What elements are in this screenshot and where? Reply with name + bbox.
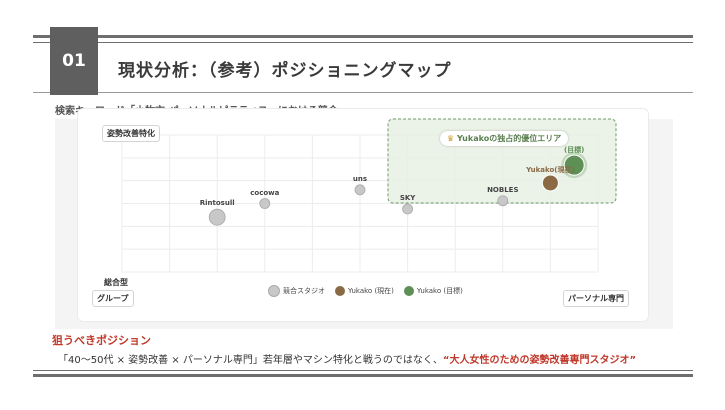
legend-dot bbox=[335, 286, 345, 296]
target-position-heading: 狙うべきポジション bbox=[52, 334, 151, 347]
data-point-label: Rintosull bbox=[199, 199, 235, 208]
data-point-label: Yukako(現在) bbox=[526, 165, 575, 174]
target-text-highlight: “大人女性のための姿勢改善専門スタジオ” bbox=[442, 355, 637, 366]
data-point bbox=[259, 198, 271, 209]
y-axis-top-label: 姿勢改善特化 bbox=[102, 125, 160, 142]
legend-label: Yukako (目標) bbox=[416, 287, 463, 295]
chart-legend: 競合スタジオ Yukako (現在) Yukako (目標) bbox=[268, 285, 473, 297]
data-point-label: cocowa bbox=[250, 188, 280, 197]
legend-dot bbox=[403, 286, 414, 296]
data-point-label: uns bbox=[352, 174, 368, 183]
x-axis-left-label: グループ bbox=[92, 290, 134, 307]
x-axis-right-label: パーソナル専門 bbox=[563, 290, 629, 307]
data-point bbox=[541, 174, 559, 192]
legend-item-competitor: 競合スタジオ bbox=[268, 285, 325, 297]
data-point-label: (目標) bbox=[563, 146, 585, 155]
legend-label: 競合スタジオ bbox=[283, 287, 325, 295]
footer-rule-top bbox=[33, 370, 693, 371]
legend-label: Yukako (現在) bbox=[348, 287, 394, 295]
crown-icon: ♛ bbox=[447, 134, 455, 143]
data-point-label: SKY bbox=[399, 193, 416, 202]
data-point bbox=[497, 195, 509, 207]
data-point bbox=[402, 203, 414, 215]
footer-rule-bottom bbox=[33, 374, 693, 377]
legend-dot bbox=[268, 285, 280, 297]
advantage-zone-text: Yukakoの独占的優位エリア bbox=[456, 134, 562, 143]
data-point bbox=[354, 184, 366, 196]
y-axis-bottom-label: 総合型 bbox=[104, 278, 128, 287]
data-point-label: NOBLES bbox=[487, 185, 519, 194]
legend-item-current: Yukako (現在) bbox=[335, 286, 394, 296]
positioning-map bbox=[121, 118, 617, 273]
data-point bbox=[208, 208, 226, 226]
advantage-zone-label: ♛ Yukakoの独占的優位エリア bbox=[440, 131, 569, 146]
target-text-main: 「40〜50代 × 姿勢改善 × パーソナル専門」若年層やマシン特化と戦うのでは… bbox=[58, 355, 443, 366]
legend-item-target: Yukako (目標) bbox=[403, 286, 463, 296]
target-position-text: 「40〜50代 × 姿勢改善 × パーソナル専門」若年層やマシン特化と戦うのでは… bbox=[58, 351, 636, 366]
